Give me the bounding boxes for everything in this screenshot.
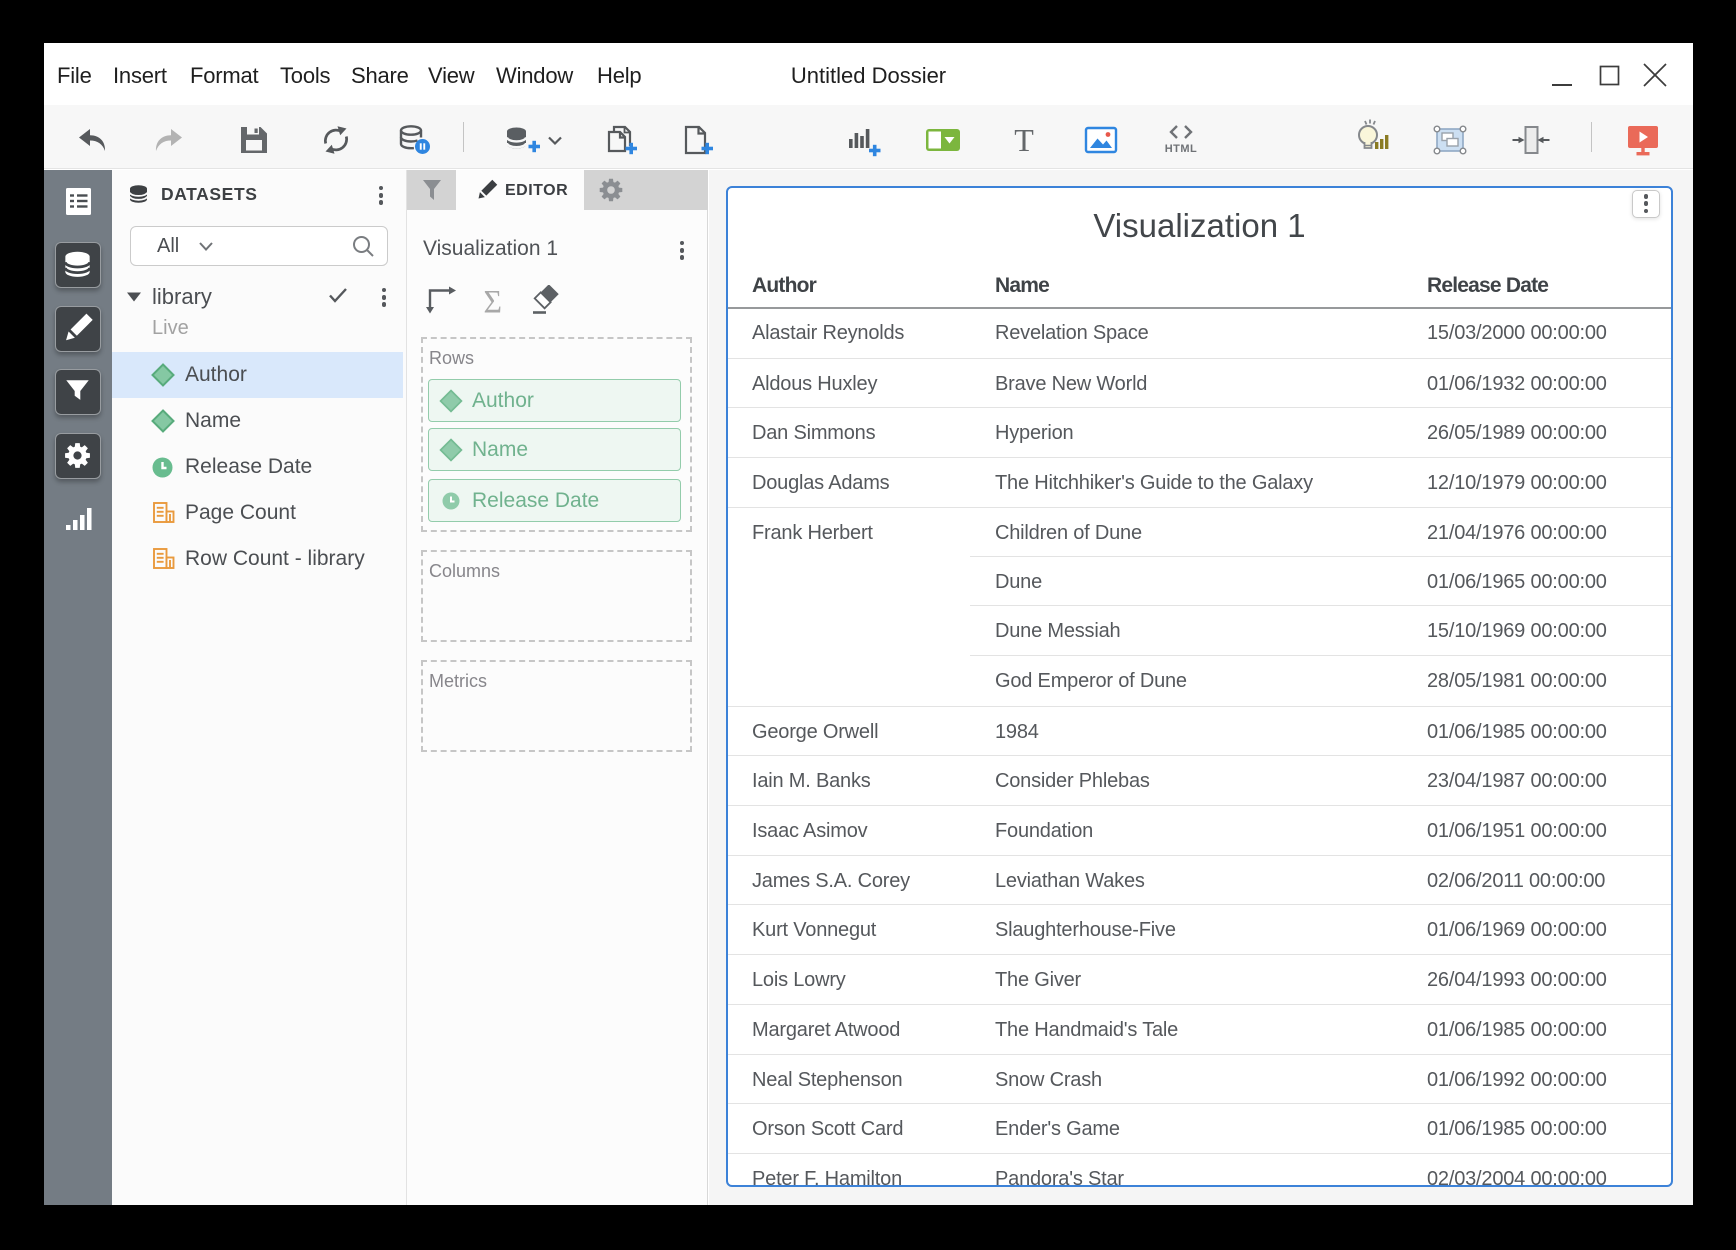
svg-text:T: T bbox=[1014, 122, 1034, 158]
svg-text:HTML: HTML bbox=[1165, 143, 1198, 155]
svg-text:Σ: Σ bbox=[484, 285, 503, 321]
